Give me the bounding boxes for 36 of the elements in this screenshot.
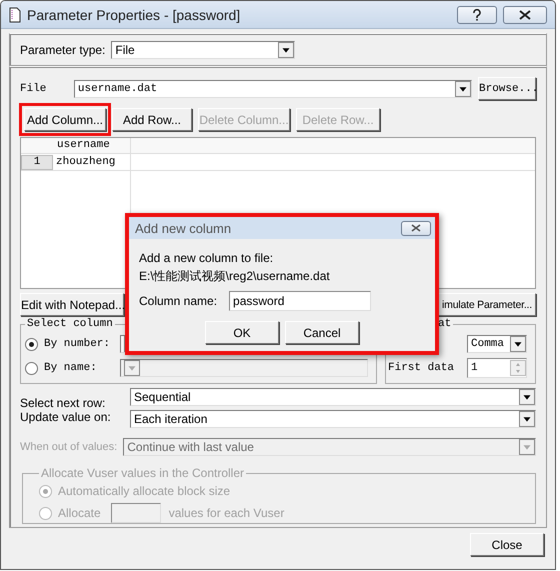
radio-label: By number: [44, 338, 112, 350]
simulate-button[interactable]: imulate Parameter... [438, 293, 536, 316]
dialog-message: Add a new column to file: [139, 250, 274, 267]
update-value-select[interactable]: Each iteration [130, 410, 536, 428]
radio-label: Allocate [58, 506, 101, 520]
radio-label: Automatically allocate block size [58, 484, 230, 498]
group-title: Select column [26, 318, 114, 330]
select-next-row-select[interactable]: Sequential [130, 388, 536, 406]
delimiter-select[interactable]: Comma [467, 335, 527, 353]
dialog-button[interactable]: OK [205, 321, 279, 344]
group-title: Allocate Vuser values in the Controller [40, 466, 245, 480]
file-label: File [20, 82, 48, 94]
column-name-label: Column name: [139, 294, 218, 308]
out-of-values-label: When out of values: [20, 441, 118, 453]
parameter-type-label: Parameter type: [20, 43, 106, 57]
dialog-title: Add new column [135, 220, 232, 236]
browse-button[interactable]: Browse... [478, 77, 536, 100]
row-number[interactable]: 1 [21, 154, 53, 170]
table-button[interactable]: Add Row... [112, 108, 192, 131]
select-next-row-label: Select next row: [20, 396, 106, 410]
table-button[interactable]: Add Column... [24, 108, 106, 131]
file-path: E:\性能测试视频\reg2\username.dat [139, 268, 331, 285]
parameter-type-select[interactable]: File [111, 41, 296, 59]
column-header[interactable]: username [21, 138, 131, 154]
group-title: at [437, 318, 452, 330]
allocate-suffix: values for each Vuser [168, 506, 284, 520]
close-dialog-button[interactable]: Close [470, 533, 544, 556]
column-name-field[interactable]: password [229, 291, 372, 311]
update-value-label: Update value on: [20, 410, 112, 424]
radio-label: By name: [44, 362, 98, 374]
table-cell: zhouzheng [56, 156, 116, 168]
file-path-combobox[interactable]: username.dat [74, 80, 472, 98]
edit-notepad-button[interactable]: Edit with Notepad... [20, 293, 124, 316]
first-data-label: First data [388, 362, 454, 374]
window-title: Parameter Properties - [password] [27, 6, 242, 22]
dialog-button[interactable]: Cancel [285, 321, 359, 344]
